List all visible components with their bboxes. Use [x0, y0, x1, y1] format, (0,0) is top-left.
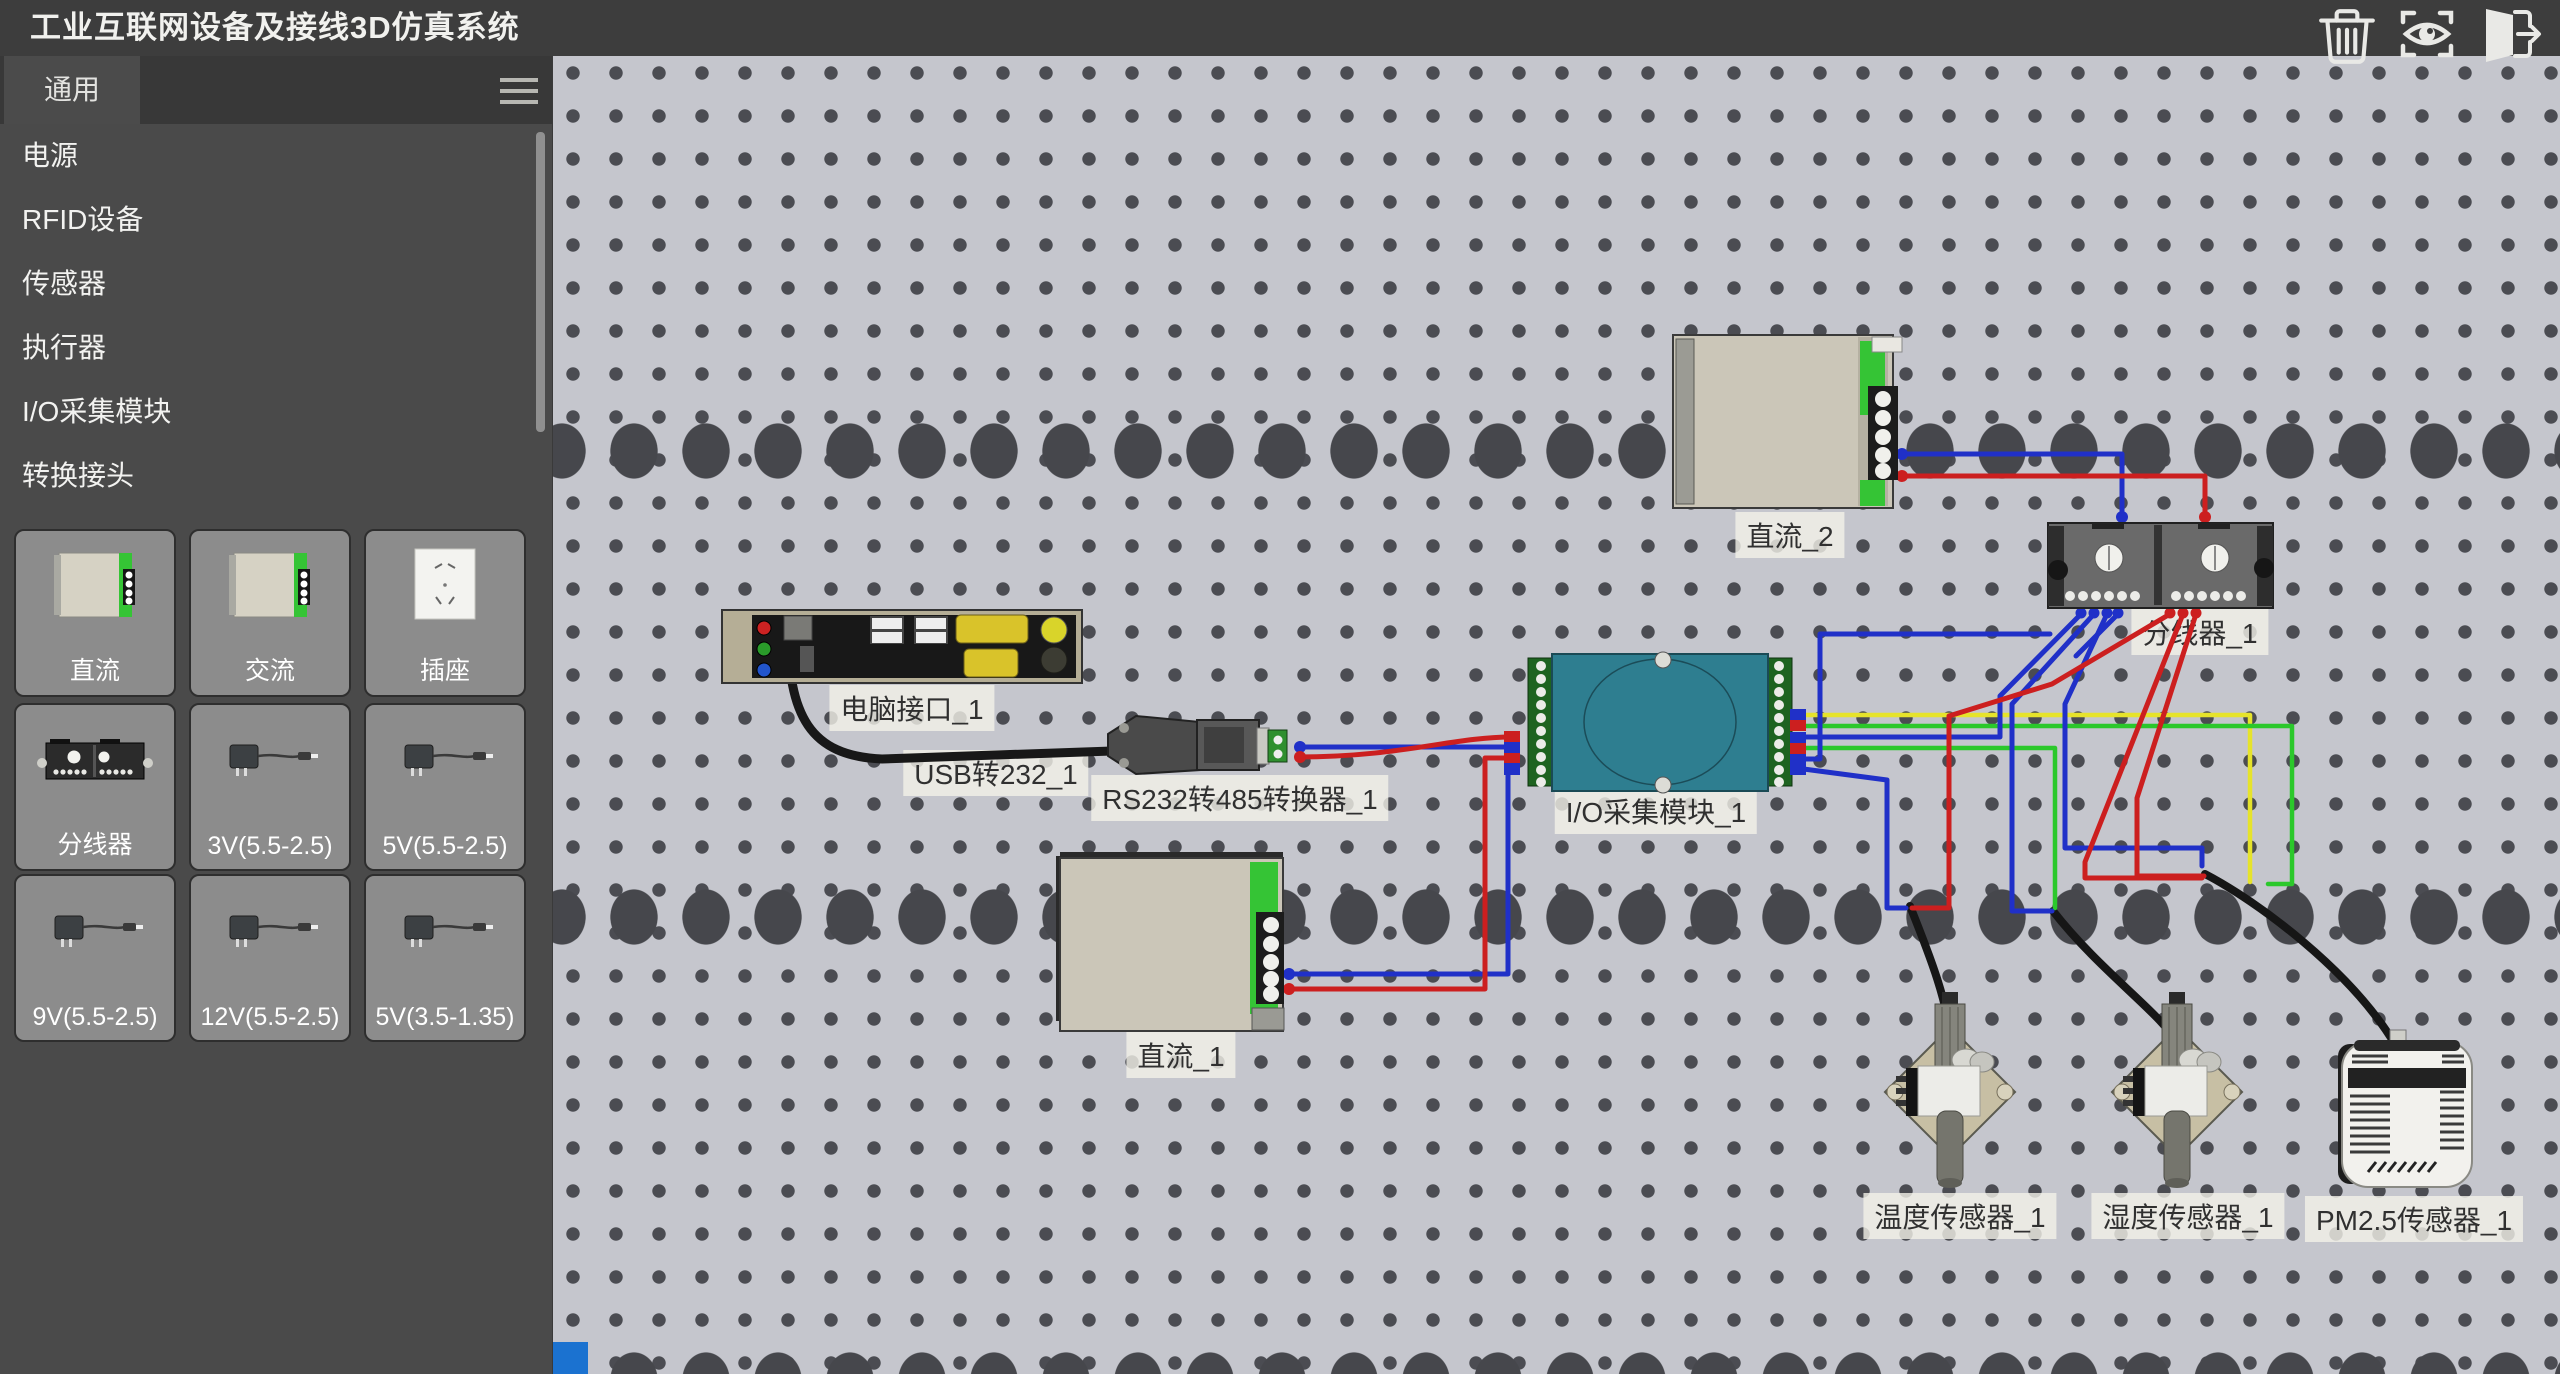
- device-pc-interface[interactable]: [722, 610, 1082, 683]
- wire-red[interactable]: [1912, 614, 2170, 908]
- card-label: 9V(5.5-2.5): [16, 1003, 174, 1032]
- humidity-cable[interactable]: [2053, 911, 2176, 1041]
- menu-scrollbar[interactable]: [536, 132, 545, 432]
- wire-yellow[interactable]: [1796, 715, 2250, 882]
- socket-thumb: [385, 545, 505, 631]
- device-rs232-485[interactable]: [1108, 716, 1287, 774]
- adapter-thumb: [35, 890, 155, 976]
- usb-port: [784, 616, 812, 640]
- card-dc[interactable]: 直流: [14, 529, 176, 697]
- scene-layer: [552, 56, 2560, 1374]
- panel-tabstrip: 通用: [0, 56, 552, 124]
- card-3v[interactable]: 3V(5.5-2.5): [189, 703, 351, 871]
- card-label: 3V(5.5-2.5): [191, 832, 349, 861]
- wire-red[interactable]: [2137, 614, 2204, 876]
- card-label: 插座: [366, 651, 524, 687]
- card-label: 5V(5.5-2.5): [366, 832, 524, 861]
- adapter-thumb: [385, 890, 505, 976]
- device-dc2[interactable]: [1673, 335, 1902, 508]
- device-temp-sensor[interactable]: [1885, 992, 2015, 1188]
- wire-blue[interactable]: [1796, 768, 1906, 908]
- exit-icon[interactable]: [2476, 4, 2542, 66]
- splitter-thumb: [30, 719, 160, 805]
- card-label: 12V(5.5-2.5): [191, 1003, 349, 1032]
- selection-indicator: [552, 1342, 588, 1374]
- menu-item-sensor[interactable]: 传感器: [0, 252, 552, 316]
- card-5v-small[interactable]: 5V(3.5-1.35): [364, 874, 526, 1042]
- wire-red[interactable]: [1285, 758, 1512, 989]
- menu-item-io[interactable]: I/O采集模块: [0, 380, 552, 444]
- serial-port: [956, 615, 1028, 643]
- delete-icon[interactable]: [2316, 4, 2378, 66]
- category-menu: 电源 RFID设备 传感器 执行器 I/O采集模块 转换接头: [0, 124, 552, 508]
- menu-icon[interactable]: [500, 78, 538, 104]
- simulation-viewport[interactable]: 直流_2 分线器_1 电脑接口_1 USB转232_1 RS232转485转换器…: [552, 56, 2560, 1374]
- app-title: 工业互联网设备及接线3D仿真系统: [30, 0, 520, 56]
- card-socket[interactable]: 插座: [364, 529, 526, 697]
- preview-icon[interactable]: [2398, 8, 2456, 60]
- adapter-thumb: [210, 719, 330, 805]
- device-splitter1[interactable]: [2048, 523, 2274, 608]
- adapter-thumb: [210, 890, 330, 976]
- device-humidity-sensor[interactable]: [2112, 992, 2242, 1188]
- wire-blue[interactable]: [1285, 768, 1512, 974]
- dc-psu-thumb: [35, 545, 155, 631]
- device-pm25-sensor[interactable]: [2338, 1030, 2472, 1187]
- menu-item-power[interactable]: 电源: [0, 124, 552, 188]
- card-splitter[interactable]: 分线器: [14, 703, 176, 871]
- wire-blue[interactable]: [1898, 454, 2122, 521]
- card-label: 5V(3.5-1.35): [366, 1003, 524, 1032]
- menu-item-rfid[interactable]: RFID设备: [0, 188, 552, 252]
- card-ac[interactable]: 交流: [189, 529, 351, 697]
- title-bar: 工业互联网设备及接线3D仿真系统: [0, 0, 2560, 56]
- device-io-module[interactable]: [1504, 652, 1806, 793]
- component-panel: 通用 电源 RFID设备 传感器 执行器 I/O采集模块 转换接头 直流: [0, 56, 553, 1374]
- menu-item-actuator[interactable]: 执行器: [0, 316, 552, 380]
- card-label: 直流: [16, 651, 174, 687]
- vga-port: [964, 649, 1018, 677]
- tab-general[interactable]: 通用: [4, 56, 140, 124]
- card-5v[interactable]: 5V(5.5-2.5): [364, 703, 526, 871]
- card-label: 分线器: [16, 825, 174, 861]
- card-9v[interactable]: 9V(5.5-2.5): [14, 874, 176, 1042]
- card-label: 交流: [191, 651, 349, 687]
- wire-red[interactable]: [1898, 476, 2205, 521]
- adapter-thumb: [385, 719, 505, 805]
- ac-psu-thumb: [210, 545, 330, 631]
- device-dc1[interactable]: [1056, 852, 1284, 1031]
- card-12v[interactable]: 12V(5.5-2.5): [189, 874, 351, 1042]
- menu-item-adapter[interactable]: 转换接头: [0, 444, 552, 508]
- pm25-cable[interactable]: [2205, 874, 2396, 1046]
